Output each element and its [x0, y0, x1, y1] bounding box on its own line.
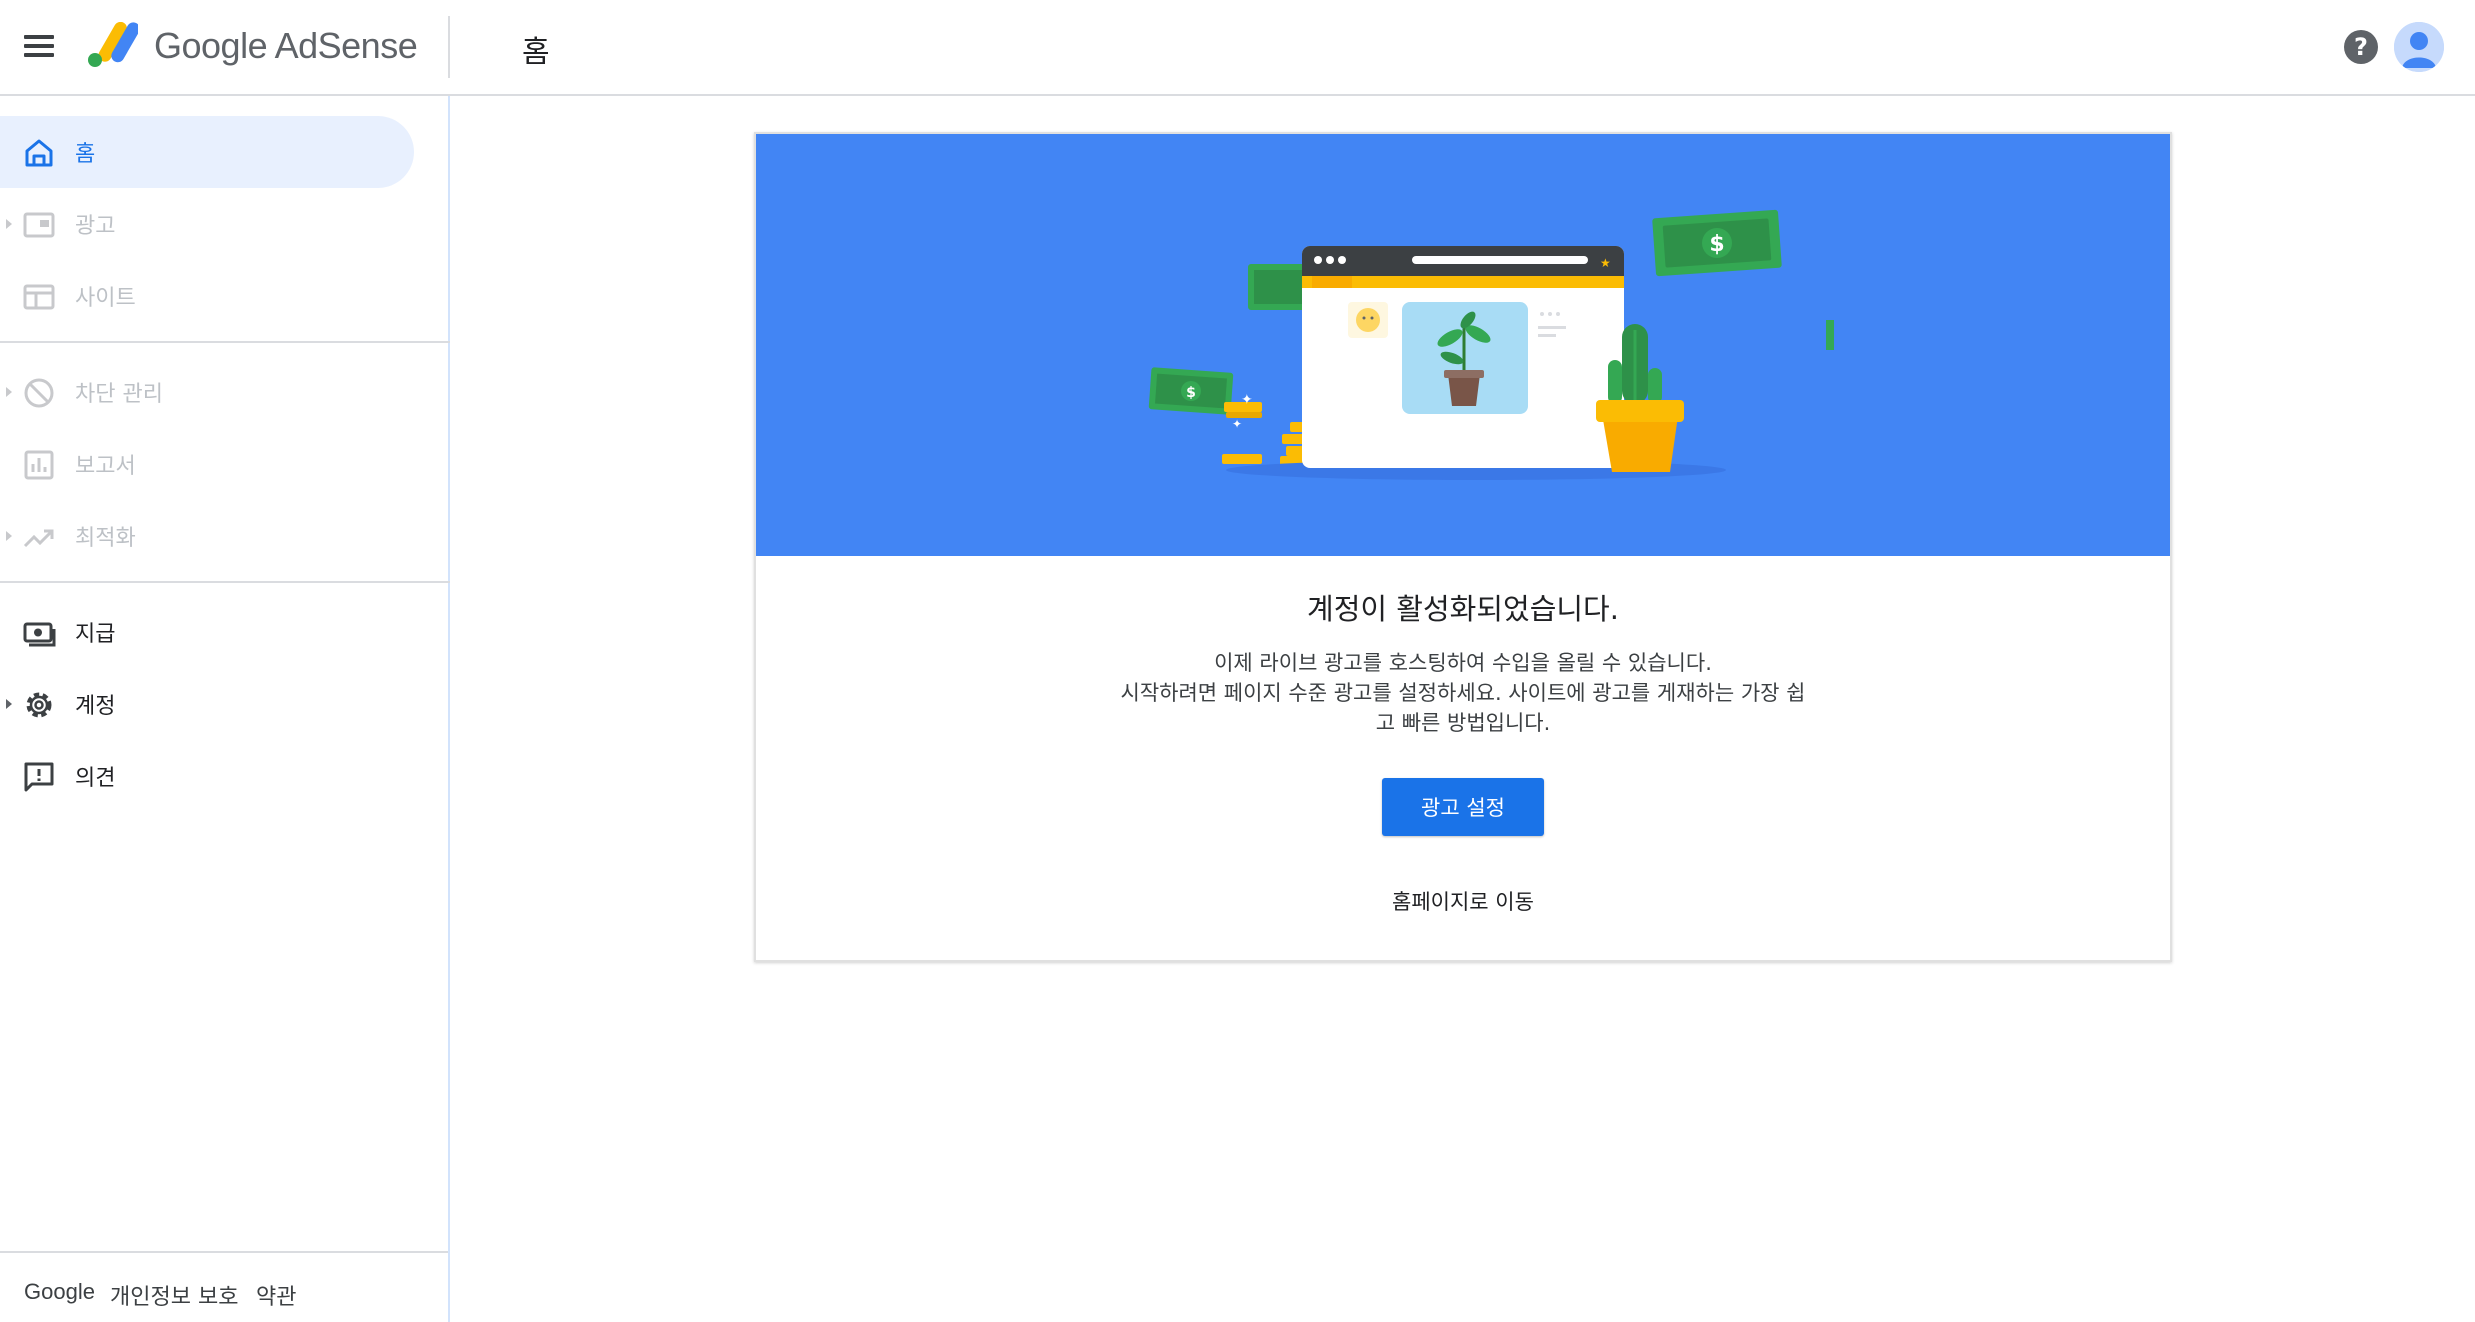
main-content: $ $ ✦ ✦ ★ 계정이 활성화되었습니다. 이제 라이브 광고를 호스팅하여…: [452, 96, 2475, 1322]
block-icon: [24, 378, 54, 408]
sites-icon: [23, 284, 55, 310]
footer-google-link[interactable]: Google: [24, 1279, 95, 1305]
menu-icon-line: [24, 35, 54, 39]
browser-window-illustration: ★: [1302, 246, 1624, 468]
payments-icon: [23, 622, 56, 647]
menu-icon-line: [24, 53, 54, 57]
sparkle-icon: ✦: [1241, 392, 1253, 408]
description-line: 고 빠른 방법입니다.: [1375, 711, 1551, 735]
sidebar-item-label: 홈: [75, 142, 96, 167]
top-app-bar: Google AdSense 홈 ?: [0, 0, 2475, 96]
card-description: 이제 라이브 광고를 호스팅하여 수입을 올릴 수 있습니다. 시작하려면 페이…: [1093, 648, 1833, 738]
sidebar-item-label: 차단 관리: [75, 382, 163, 407]
money-bill-edge-icon: [1826, 320, 1834, 350]
sidebar-item-label: 의견: [75, 766, 116, 791]
main-menu-button[interactable]: [24, 30, 56, 62]
sidebar-item-label: 지급: [75, 622, 116, 647]
sidebar-item-ads[interactable]: 광고: [0, 188, 414, 260]
sidebar-item-optimization[interactable]: 최적화: [0, 500, 414, 572]
sidebar-item-label: 보고서: [75, 454, 136, 479]
nav-divider: [0, 581, 450, 583]
svg-text:$: $: [1186, 385, 1196, 401]
ads-icon: [23, 212, 55, 238]
sidebar-item-label: 광고: [75, 214, 116, 239]
sidebar-item-label: 사이트: [75, 286, 136, 311]
sidebar-item-feedback[interactable]: 의견: [0, 740, 414, 812]
expand-arrow-icon: [6, 531, 12, 541]
activation-card: $ $ ✦ ✦ ★ 계정이 활성화되었습니다. 이제 라이브 광고를 호스팅하여…: [754, 132, 2172, 962]
sidebar-item-label: 최적화: [75, 526, 136, 551]
adsense-logo-icon[interactable]: [86, 22, 138, 70]
footer-privacy-link[interactable]: 개인정보 보호: [110, 1279, 238, 1311]
svg-text:★: ★: [1600, 256, 1611, 270]
money-bill-right-icon: $: [1652, 209, 1782, 277]
header-divider: [448, 16, 450, 78]
sidebar-item-account[interactable]: 계정: [0, 668, 414, 740]
brand-name[interactable]: Google AdSense: [154, 25, 418, 67]
home-icon: [25, 139, 53, 167]
svg-text:$: $: [1709, 232, 1724, 257]
reports-icon: [24, 450, 54, 480]
description-line: 이제 라이브 광고를 호스팅하여 수입을 올릴 수 있습니다.: [1214, 651, 1712, 675]
description-line: 시작하려면 페이지 수준 광고를 설정하세요. 사이트에 광고를 게재하는 가장…: [1120, 681, 1806, 705]
sidebar-item-payments[interactable]: 지급: [0, 596, 414, 668]
hero-illustration: $ $ ✦ ✦ ★: [1148, 209, 1834, 480]
optimization-icon: [23, 529, 54, 548]
gear-icon: [26, 692, 52, 718]
expand-arrow-icon: [6, 387, 12, 397]
sidebar-item-reports[interactable]: 보고서: [0, 428, 414, 500]
hero-banner: $ $ ✦ ✦ ★: [756, 134, 2170, 556]
go-to-homepage-link-text[interactable]: 홈페이지로 이동: [1392, 890, 1534, 914]
help-icon[interactable]: ?: [2344, 30, 2378, 64]
set-up-ads-button[interactable]: 광고 설정: [1382, 778, 1544, 836]
go-to-homepage-link: 홈페이지로 이동: [756, 886, 2170, 916]
account-avatar[interactable]: [2394, 22, 2444, 72]
money-bill-left-icon: $: [1148, 367, 1234, 415]
sidebar-item-sites[interactable]: 사이트: [0, 260, 414, 332]
card-title: 계정이 활성화되었습니다.: [1307, 592, 1619, 626]
menu-icon-line: [24, 44, 54, 48]
expand-arrow-icon: [6, 699, 12, 709]
footer-terms-link[interactable]: 약관: [256, 1279, 296, 1311]
adsense-app: Google AdSense 홈 ? 홈 광고 사이트 차단 관리 보고서 최적…: [0, 0, 2475, 1322]
side-navigation: 홈 광고 사이트 차단 관리 보고서 최적화 지급 계정 의견 Google 개…: [0, 96, 450, 1322]
sidebar-item-home[interactable]: 홈: [0, 116, 414, 188]
sparkle-icon: ✦: [1232, 417, 1242, 431]
feedback-icon: [24, 762, 54, 792]
sidebar-item-label: 계정: [75, 694, 116, 719]
nav-divider: [0, 341, 450, 343]
expand-arrow-icon: [6, 219, 12, 229]
sidebar-item-blocking-controls[interactable]: 차단 관리: [0, 356, 414, 428]
sidebar-footer: Google 개인정보 보호 약관: [0, 1251, 448, 1322]
page-title: 홈: [522, 35, 550, 70]
